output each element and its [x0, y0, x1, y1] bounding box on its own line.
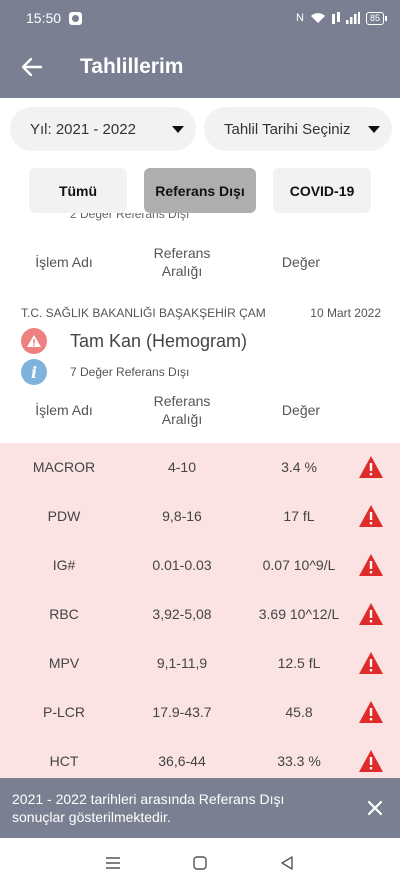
result-value: 3.69 10^12/L [258, 606, 340, 622]
result-value: 45.8 [285, 704, 313, 720]
result-range: 3,92-5,08 [152, 606, 212, 622]
nfc-icon: N [296, 12, 304, 24]
tab-out-of-reference[interactable]: Referans Dışı [144, 168, 256, 213]
result-value: 3.4 % [281, 459, 317, 475]
test-date: 10 Mart 2022 [310, 306, 381, 320]
snackbar-close-button[interactable] [362, 795, 388, 821]
results-list[interactable]: 2 Değer Referans Dışı İşlem Adı Referans… [0, 213, 400, 778]
result-name: HCT [49, 753, 79, 769]
hospital-name: T.C. SAĞLIK BAKANLIĞI BAŞAKŞEHİR ÇAM [21, 306, 266, 320]
result-value: 17 fL [283, 508, 315, 524]
result-name: MPV [48, 655, 80, 671]
alert-icon [21, 328, 47, 354]
result-name: PDW [47, 508, 81, 524]
info-icon[interactable]: i [21, 359, 47, 385]
out-of-range-summary: 7 Değer Referans Dışı [70, 365, 190, 379]
tab-all[interactable]: Tümü [29, 168, 127, 213]
menu-icon [106, 857, 121, 869]
column-value: Değer [281, 254, 321, 270]
warning-triangle-icon [359, 603, 383, 625]
test-name: Tam Kan (Hemogram) [70, 330, 248, 351]
table-row[interactable]: P-LCR 17.9-43.7 45.8 [0, 688, 400, 737]
system-back-button[interactable] [267, 843, 307, 883]
app-notification-icon [69, 11, 83, 25]
table-row[interactable]: PDW 9,8-16 17 fL [0, 492, 400, 541]
snackbar: 2021 - 2022 tarihleri arasında Referans … [0, 778, 400, 838]
filter-tabs: Tümü Referans Dışı COVID-19 [29, 168, 371, 213]
year-select[interactable]: Yıl: 2021 - 2022 [10, 107, 196, 151]
signal-icon [345, 12, 360, 24]
recent-apps-button[interactable] [93, 843, 133, 883]
filters: Yıl: 2021 - 2022 Tahlil Tarihi Seçiniz [10, 107, 392, 151]
results-table: MACROR 4-10 3.4 % PDW 9,8-16 17 fL IG# 0… [0, 443, 400, 778]
previous-group-summary: 2 Değer Referans Dışı [70, 213, 190, 221]
wifi-icon [310, 13, 325, 23]
page-title: Tahlillerim [80, 55, 184, 78]
column-header: İşlem Adı Referans Aralığı Değer [0, 391, 400, 447]
snackbar-message: 2021 - 2022 tarihleri arasında Referans … [12, 791, 285, 825]
arrow-left-icon [22, 58, 42, 76]
chevron-down-icon [172, 125, 184, 133]
home-square-icon [193, 856, 207, 870]
warning-triangle-icon [359, 554, 383, 576]
column-range: Referans Aralığı [153, 393, 211, 427]
app-bar: Tahlillerim [0, 36, 400, 98]
table-row[interactable]: MPV 9,1-11,9 12.5 fL [0, 639, 400, 688]
column-name: İşlem Adı [35, 402, 93, 418]
warning-triangle-icon [359, 505, 383, 527]
status-icons: N 85 [296, 11, 388, 25]
home-button[interactable] [180, 843, 220, 883]
warning-triangle-icon [359, 750, 383, 772]
triangle-back-icon [280, 856, 293, 870]
result-range: 9,8-16 [162, 508, 202, 524]
result-name: MACROR [32, 459, 96, 475]
column-header: İşlem Adı Referans Aralığı Değer [0, 243, 400, 299]
result-range: 4-10 [167, 459, 197, 475]
warning-triangle-icon [359, 456, 383, 478]
result-name: RBC [49, 606, 79, 622]
chevron-down-icon [368, 125, 380, 133]
column-name: İşlem Adı [35, 254, 93, 270]
result-range: 17.9-43.7 [152, 704, 212, 720]
table-row[interactable]: HCT 36,6-44 33.3 % [0, 737, 400, 778]
result-range: 36,6-44 [158, 753, 206, 769]
table-row[interactable]: IG# 0.01-0.03 0.07 10^9/L [0, 541, 400, 590]
close-icon [367, 800, 383, 816]
table-row[interactable]: MACROR 4-10 3.4 % [0, 443, 400, 492]
tab-covid[interactable]: COVID-19 [273, 168, 371, 213]
result-name: IG# [52, 557, 76, 573]
result-value: 0.07 10^9/L [262, 557, 336, 573]
test-row[interactable]: Tam Kan (Hemogram) [21, 328, 381, 354]
result-name: P-LCR [42, 704, 85, 720]
table-row[interactable]: RBC 3,92-5,08 3.69 10^12/L [0, 590, 400, 639]
year-select-value: Yıl: 2021 - 2022 [30, 120, 136, 138]
status-time: 15:50 [26, 10, 62, 26]
date-select[interactable]: Tahlil Tarihi Seçiniz [204, 107, 392, 151]
column-range: Referans Aralığı [153, 245, 211, 279]
result-range: 0.01-0.03 [152, 557, 212, 573]
result-value: 33.3 % [277, 753, 321, 769]
result-range: 9,1-11,9 [156, 655, 208, 671]
warning-triangle-icon [359, 701, 383, 723]
info-row: i 7 Değer Referans Dışı [21, 359, 189, 385]
data-icon [331, 12, 340, 24]
column-value: Değer [281, 402, 321, 418]
hospital-row: T.C. SAĞLIK BAKANLIĞI BAŞAKŞEHİR ÇAM 10 … [21, 306, 381, 320]
warning-triangle-icon [359, 652, 383, 674]
back-button[interactable] [0, 36, 64, 98]
system-nav-bar [0, 838, 400, 888]
battery-icon: 85 [365, 11, 388, 25]
date-select-value: Tahlil Tarihi Seçiniz [224, 120, 351, 138]
status-bar: 15:50 N 85 [0, 0, 400, 36]
result-value: 12.5 fL [277, 655, 321, 671]
